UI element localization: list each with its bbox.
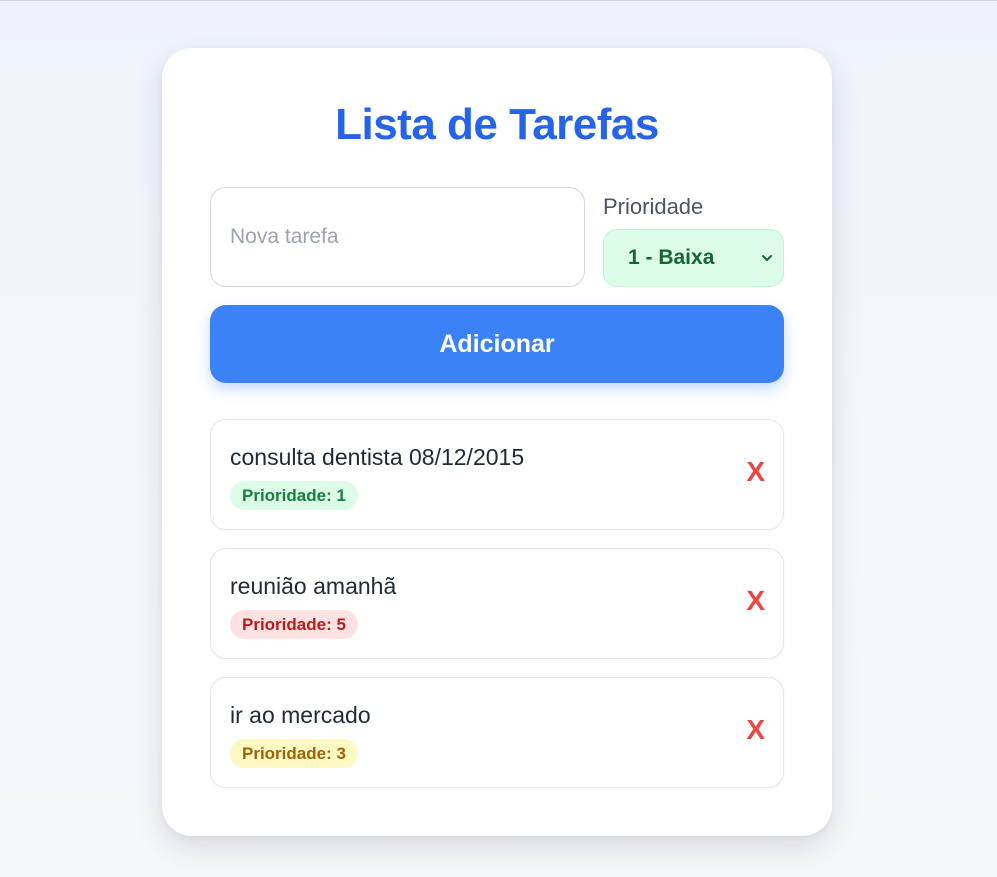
task-item: consulta dentista 08/12/2015 Prioridade:… xyxy=(210,419,784,530)
priority-badge: Prioridade: 1 xyxy=(230,481,358,510)
priority-badge: Prioridade: 5 xyxy=(230,610,358,639)
task-text: ir ao mercado xyxy=(230,702,371,728)
priority-select-value: 1 - Baixa xyxy=(628,246,715,269)
task-list: consulta dentista 08/12/2015 Prioridade:… xyxy=(210,419,784,806)
priority-badge: Prioridade: 3 xyxy=(230,739,358,768)
task-item: ir ao mercado Prioridade: 3 X xyxy=(210,677,784,788)
delete-task-button[interactable]: X xyxy=(746,456,765,488)
todo-card: Lista de Tarefas Prioridade 1 - Baixa Ad… xyxy=(162,48,832,836)
add-task-button[interactable]: Adicionar xyxy=(210,305,784,383)
new-task-input[interactable] xyxy=(210,187,585,287)
page-title: Lista de Tarefas xyxy=(335,100,659,149)
chevron-down-icon xyxy=(762,255,772,261)
priority-label: Prioridade xyxy=(603,194,704,219)
task-text: reunião amanhã xyxy=(230,573,397,599)
task-item: reunião amanhã Prioridade: 5 X xyxy=(210,548,784,659)
delete-task-button[interactable]: X xyxy=(746,714,765,746)
priority-select[interactable]: 1 - Baixa xyxy=(603,229,784,287)
delete-task-button[interactable]: X xyxy=(746,585,765,617)
task-text: consulta dentista 08/12/2015 xyxy=(230,444,525,470)
